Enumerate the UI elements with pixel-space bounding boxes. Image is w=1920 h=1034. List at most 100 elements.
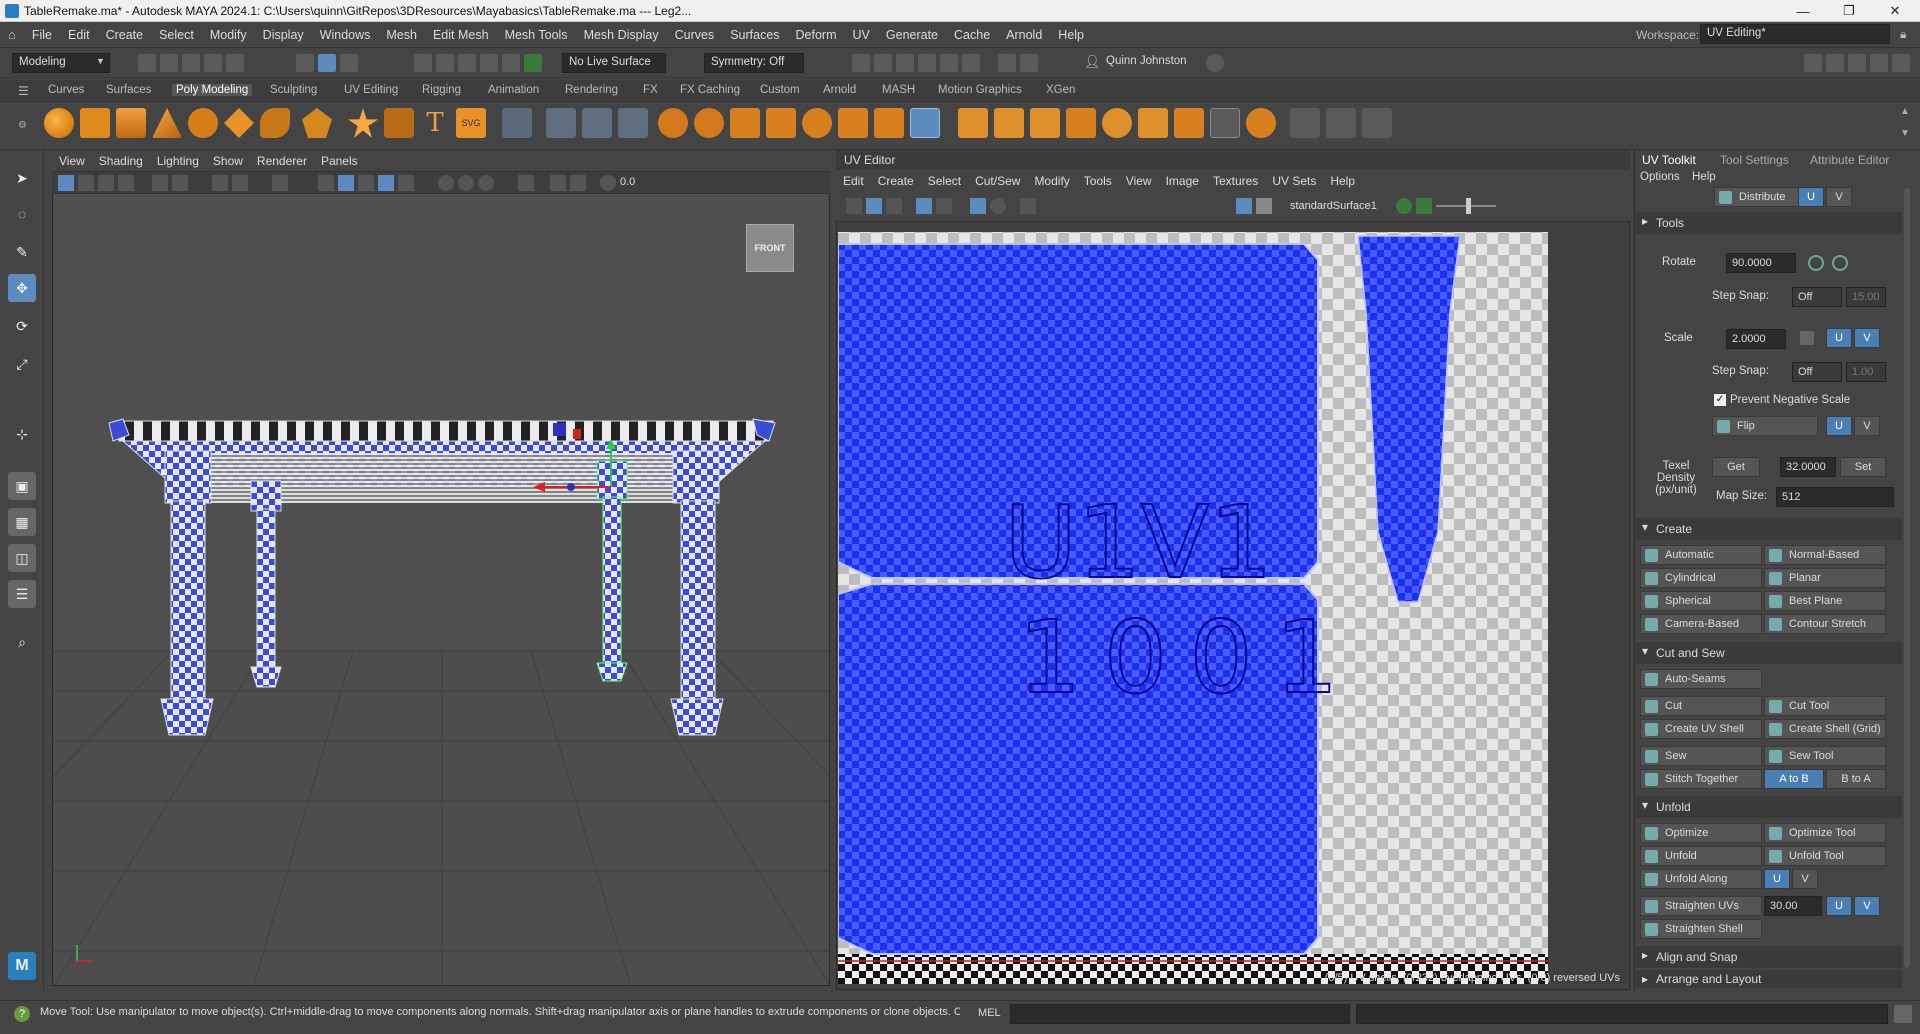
shelf-tab-mash[interactable]: MASH — [882, 84, 915, 96]
toolkit-menu-options[interactable]: Options — [1640, 171, 1680, 183]
render-settings-icon[interactable] — [852, 54, 870, 72]
distribute-v-button[interactable]: V — [1826, 187, 1852, 207]
shelf-tab-surfaces[interactable]: Surfaces — [106, 84, 151, 96]
menu-uv[interactable]: UV — [845, 28, 878, 42]
collapse-icon[interactable] — [1174, 108, 1204, 138]
menu-surfaces[interactable]: Surfaces — [722, 28, 787, 42]
snap-grid-icon[interactable] — [414, 54, 432, 72]
grease-pencil-icon[interactable] — [152, 175, 168, 191]
lasso-tool-icon[interactable]: ◌ — [8, 200, 36, 228]
workspace-dropdown[interactable]: UV Editing* — [1700, 24, 1890, 44]
select-hierarchy-icon[interactable] — [296, 54, 314, 72]
uv-menu-edit[interactable]: Edit — [836, 174, 871, 188]
straighten-shell-button[interactable]: Straighten Shell — [1640, 919, 1762, 939]
target-weld-icon[interactable] — [1210, 108, 1240, 138]
menu-modify[interactable]: Modify — [202, 28, 255, 42]
tool-settings-icon[interactable] — [1870, 54, 1888, 72]
a-to-b-button[interactable]: A to B — [1764, 769, 1824, 789]
search-icon[interactable]: ⌕ — [8, 628, 36, 656]
maximize-button[interactable]: ❐ — [1826, 0, 1872, 22]
fill-hole-icon[interactable] — [1030, 108, 1060, 138]
uv-isolate-icon[interactable] — [936, 198, 952, 214]
symmetry-dropdown[interactable]: Symmetry: Off — [704, 53, 804, 73]
exposure-icon[interactable] — [600, 175, 616, 191]
wireframe-icon[interactable] — [318, 175, 334, 191]
anti-aliasing-icon[interactable] — [478, 175, 494, 191]
create-section-header[interactable]: Create — [1636, 518, 1902, 540]
text-tool-icon[interactable]: T — [420, 108, 450, 138]
connect-icon[interactable] — [1246, 108, 1276, 138]
menu-display[interactable]: Display — [255, 28, 312, 42]
menu-edit[interactable]: Edit — [60, 28, 98, 42]
scale-value-field[interactable]: 2.0000 — [1726, 329, 1786, 349]
rotate-step-value[interactable]: 15.00 — [1846, 287, 1886, 307]
shelf-tab-xgen[interactable]: XGen — [1046, 84, 1075, 96]
rotate-ccw-icon[interactable] — [1808, 255, 1824, 271]
ipr-render-icon[interactable] — [896, 54, 914, 72]
menu-help[interactable]: Help — [1050, 28, 1092, 42]
shelf-tab-motion-graphics[interactable]: Motion Graphics — [938, 84, 1022, 96]
boolean-icon[interactable] — [766, 108, 796, 138]
sew-tool-button[interactable]: Sew Tool — [1764, 746, 1886, 766]
select-tool-icon[interactable]: ➤ — [8, 164, 36, 192]
menu-deform[interactable]: Deform — [788, 28, 845, 42]
snap-point-icon[interactable] — [458, 54, 476, 72]
snap-surface-icon[interactable] — [502, 54, 520, 72]
viewport-menu-show[interactable]: Show — [206, 154, 250, 168]
texel-get-button[interactable]: Get — [1712, 457, 1760, 477]
ambient-occlusion-icon[interactable] — [458, 175, 474, 191]
menu-file[interactable]: File — [24, 28, 60, 42]
snap-together-icon[interactable]: ⊹ — [8, 420, 36, 448]
close-button[interactable]: ✕ — [1872, 0, 1918, 22]
viewport-scene[interactable] — [53, 151, 830, 986]
open-scene-icon[interactable] — [160, 54, 178, 72]
rotate-tool-icon[interactable]: ⟳ — [8, 312, 36, 340]
toolkit-scrollbar[interactable] — [1904, 188, 1910, 968]
uv-menu-view[interactable]: View — [1119, 174, 1159, 188]
mirror-icon[interactable] — [802, 108, 832, 138]
stitch-together-button[interactable]: Stitch Together — [1640, 769, 1762, 789]
single-perspective-icon[interactable]: ▣ — [8, 472, 36, 500]
hypershade-icon[interactable] — [940, 54, 958, 72]
sculpt-icon[interactable] — [1102, 108, 1132, 138]
snap-curve-icon[interactable] — [436, 54, 454, 72]
menu-create[interactable]: Create — [98, 28, 152, 42]
menu-mesh[interactable]: Mesh — [378, 28, 425, 42]
scale-v-button[interactable]: V — [1854, 328, 1880, 348]
menu-generate[interactable]: Generate — [878, 28, 946, 42]
uv-distortion-icon[interactable] — [916, 198, 932, 214]
select-camera-icon[interactable] — [58, 175, 74, 191]
viewport-menu-renderer[interactable]: Renderer — [250, 154, 314, 168]
arrange-layout-section-header[interactable]: Arrange and Layout — [1636, 970, 1902, 988]
straighten-u-button[interactable]: U — [1826, 896, 1852, 916]
create-uv-shell-button[interactable]: Create UV Shell — [1640, 719, 1762, 739]
move-tool-icon[interactable]: ✥ — [8, 274, 36, 302]
distribute-u-button[interactable]: U — [1798, 187, 1824, 207]
combine-icon[interactable] — [658, 108, 688, 138]
shelf-tab-uv-editing[interactable]: UV Editing — [344, 84, 398, 96]
shader-name[interactable]: standardSurface1 — [1290, 200, 1377, 212]
prevent-negative-scale-checkbox[interactable]: ✓ — [1714, 394, 1726, 406]
flip-u-button[interactable]: U — [1826, 416, 1852, 436]
poly-disc-icon[interactable] — [260, 108, 290, 138]
rotate-step-snap-dropdown[interactable]: Off — [1792, 287, 1842, 307]
flip-v-button[interactable]: V — [1854, 416, 1880, 436]
optimize-button[interactable]: Optimize — [1640, 823, 1762, 843]
wireframe-on-shaded-icon[interactable] — [358, 175, 374, 191]
view-cube[interactable]: FRONT — [746, 224, 794, 272]
uv-menu-create[interactable]: Create — [871, 174, 921, 188]
exposure-slider-handle[interactable] — [1466, 198, 1471, 214]
3d-viewport[interactable] — [52, 150, 830, 986]
tab-tool-settings[interactable]: Tool Settings — [1720, 153, 1789, 167]
modeling-toolkit-icon[interactable] — [1804, 54, 1822, 72]
toolkit-menu-help[interactable]: Help — [1692, 171, 1716, 183]
snap-view-icon[interactable] — [480, 54, 498, 72]
shelf-tab-curves[interactable]: Curves — [48, 84, 84, 96]
shelf-menu-icon[interactable]: ☰ — [18, 84, 29, 98]
menu-windows[interactable]: Windows — [312, 28, 379, 42]
straighten-v-button[interactable]: V — [1854, 896, 1880, 916]
auto-seams-button[interactable]: Auto-Seams — [1640, 669, 1762, 689]
shelf-tab-fx[interactable]: FX — [643, 84, 658, 96]
uv-menu-textures[interactable]: Textures — [1206, 174, 1265, 188]
menu-cache[interactable]: Cache — [946, 28, 998, 42]
